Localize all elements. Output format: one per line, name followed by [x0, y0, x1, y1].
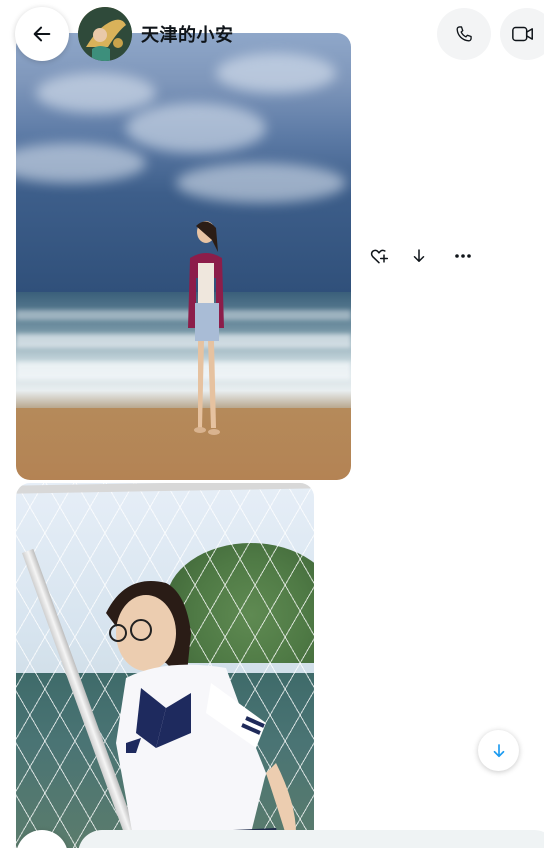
download-arrow-icon — [413, 249, 425, 262]
react-button[interactable] — [368, 244, 390, 268]
image-message-beach[interactable] — [16, 33, 351, 480]
voice-call-button[interactable] — [437, 8, 491, 60]
person-figure — [188, 221, 224, 435]
message-actions — [368, 244, 474, 268]
video-call-button[interactable] — [500, 8, 544, 60]
arrow-left-icon — [33, 26, 51, 42]
video-camera-icon — [512, 26, 533, 42]
image-message-goal-net[interactable] — [16, 483, 314, 848]
back-button[interactable] — [15, 7, 69, 61]
person-figure — [106, 581, 296, 848]
contact-name[interactable]: 天津的小安 — [141, 21, 234, 47]
scroll-to-bottom-button[interactable] — [478, 730, 519, 771]
conversation-header: 天津的小安 — [0, 0, 544, 68]
avatar-image — [78, 7, 132, 61]
phone-icon — [456, 26, 472, 42]
contact-avatar[interactable] — [78, 7, 132, 61]
more-options-button[interactable] — [452, 244, 474, 268]
heart-plus-icon — [370, 249, 389, 264]
arrow-down-icon — [493, 743, 504, 757]
message-input[interactable] — [78, 830, 544, 848]
more-horizontal-icon — [455, 254, 471, 258]
download-button[interactable] — [408, 244, 430, 268]
